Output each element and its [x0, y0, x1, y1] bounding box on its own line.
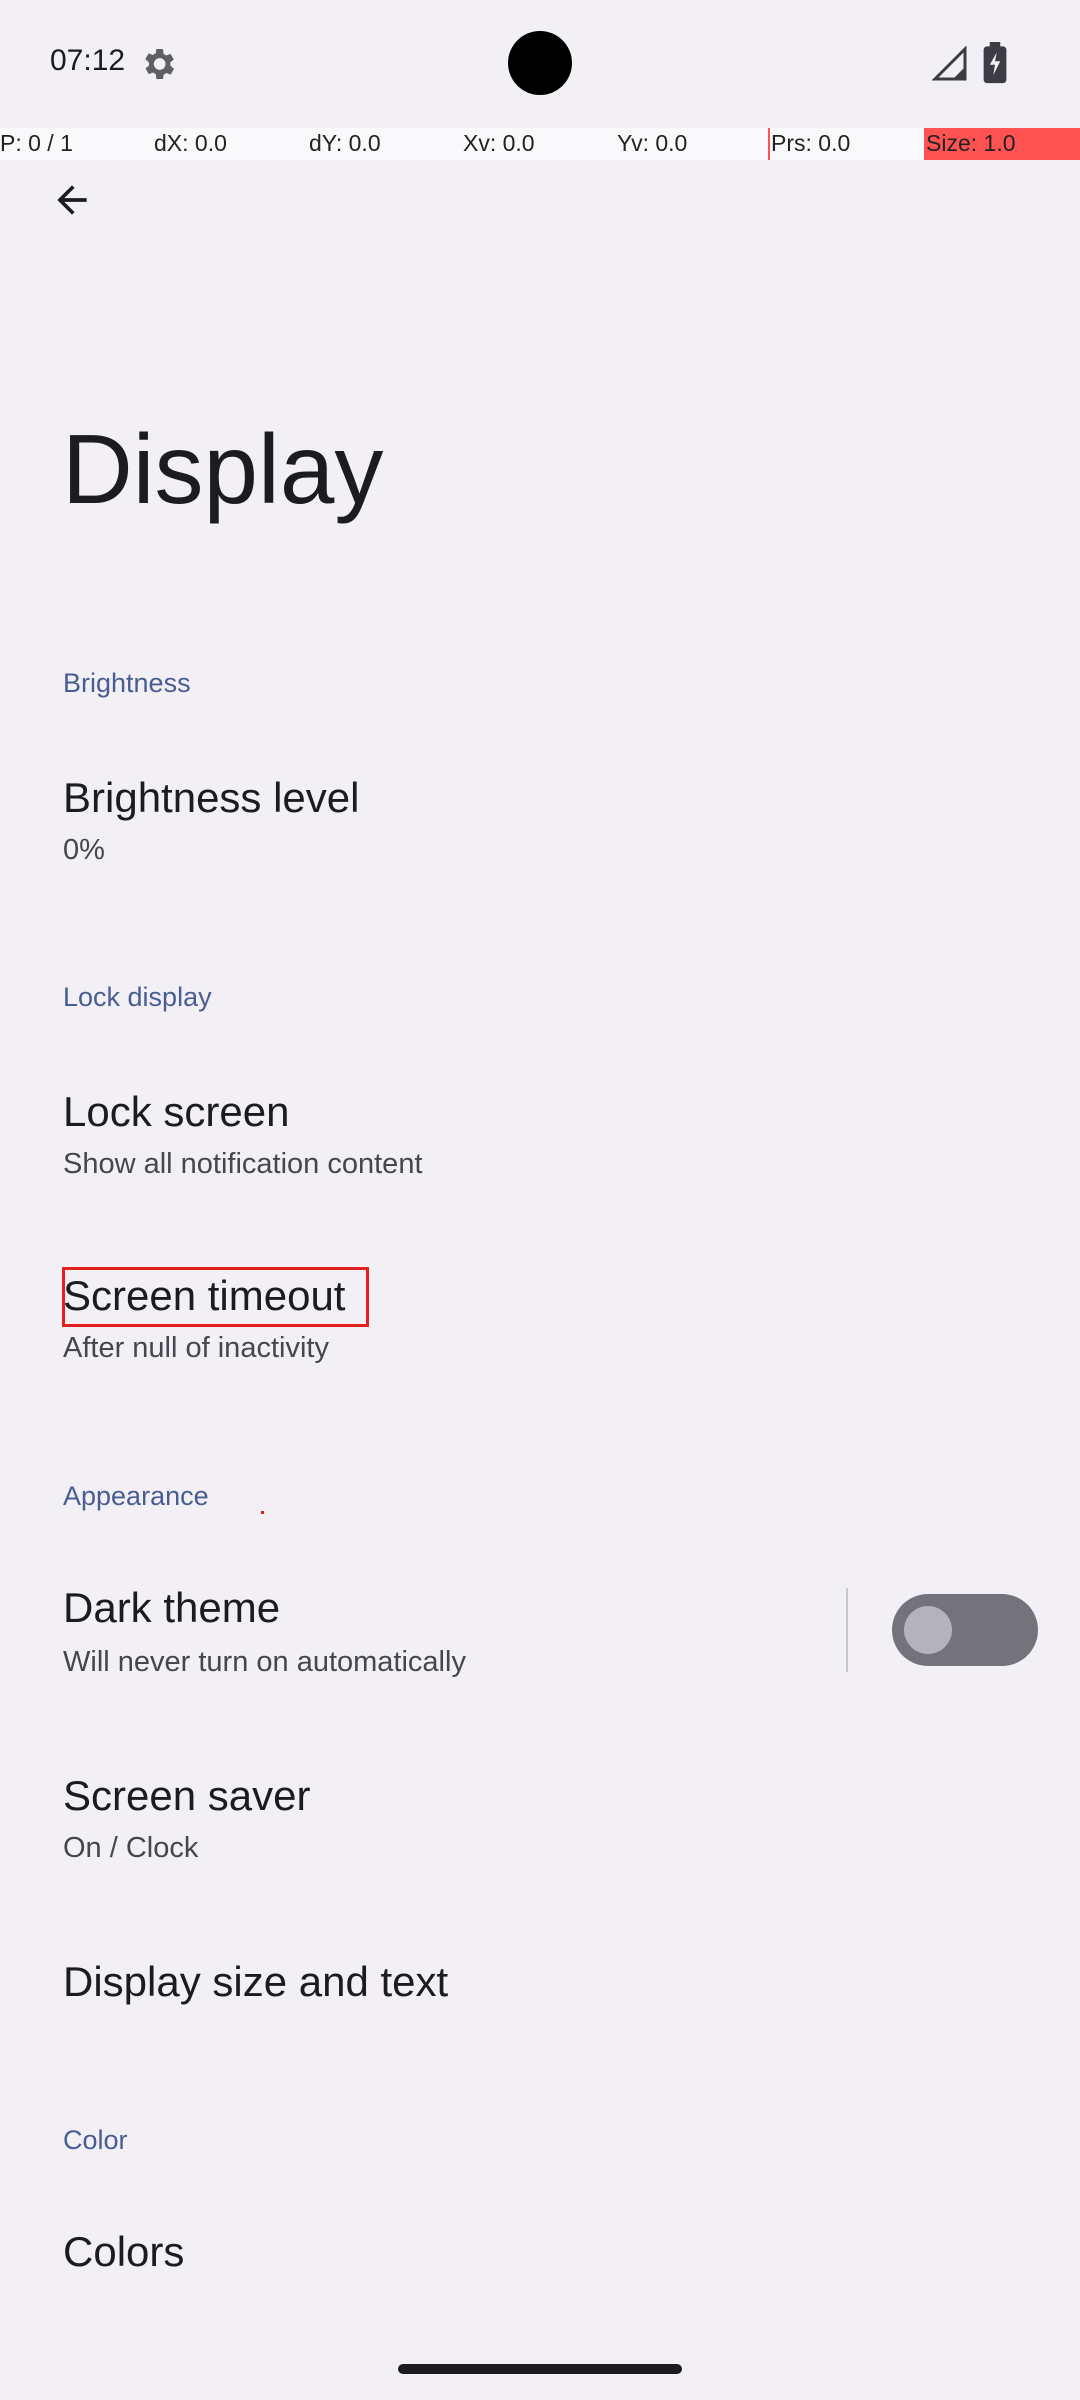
debug-yv: Yv: 0.0	[617, 130, 688, 156]
display-settings-screen: 07:12 P: 0 / 1 dX: 0.0 dY: 0.0 Xv: 0.0 Y…	[0, 0, 1080, 2400]
dark-theme-toggle[interactable]	[892, 1594, 1038, 1666]
screen-timeout-summary: After null of inactivity	[63, 1332, 329, 1364]
cell-signal-icon	[932, 46, 967, 81]
section-header-brightness: Brightness	[63, 668, 191, 698]
section-header-color: Color	[63, 2125, 128, 2155]
display-size-and-text-item[interactable]: Display size and text	[0, 1928, 1080, 2048]
page-title: Display	[62, 414, 384, 524]
section-header-appearance: Appearance	[63, 1481, 209, 1511]
lock-screen-title: Lock screen	[63, 1088, 290, 1135]
arrow-back-icon	[57, 185, 87, 215]
debug-dx: dX: 0.0	[154, 130, 227, 156]
colors-title: Colors	[63, 2228, 185, 2275]
debug-xv: Xv: 0.0	[463, 130, 535, 156]
debug-prs: Prs: 0.0	[771, 130, 851, 156]
gesture-nav-handle[interactable]	[398, 2364, 682, 2374]
display-size-and-text-title: Display size and text	[63, 1958, 449, 2005]
touch-point-marker	[261, 1511, 264, 1514]
camera-cutout	[508, 31, 572, 95]
toggle-knob	[904, 1606, 952, 1654]
dark-theme-title: Dark theme	[63, 1584, 281, 1631]
debug-pointer: P: 0 / 1	[0, 130, 73, 156]
screen-saver-item[interactable]: Screen saver On / Clock	[0, 1742, 1080, 1902]
status-bar: 07:12	[0, 0, 1080, 128]
debug-dy: dY: 0.0	[309, 130, 381, 156]
brightness-level-summary: 0%	[63, 834, 105, 866]
brightness-level-item[interactable]: Brightness level 0%	[0, 740, 1080, 900]
lock-screen-summary: Show all notification content	[63, 1148, 423, 1180]
screen-saver-summary: On / Clock	[63, 1832, 199, 1864]
back-button[interactable]	[36, 164, 108, 236]
brightness-level-title: Brightness level	[63, 774, 360, 821]
battery-charging-icon	[983, 42, 1007, 84]
debug-pressure-marker	[768, 128, 770, 160]
debug-size: Size: 1.0	[926, 130, 1016, 156]
dark-theme-divider	[846, 1588, 848, 1672]
lock-screen-item[interactable]: Lock screen Show all notification conten…	[0, 1054, 1080, 1214]
section-header-lock-display: Lock display	[63, 982, 212, 1012]
pointer-debug-overlay: P: 0 / 1 dX: 0.0 dY: 0.0 Xv: 0.0 Yv: 0.0	[0, 128, 1080, 160]
target-highlight-box	[62, 1267, 369, 1327]
dark-theme-summary: Will never turn on automatically	[63, 1646, 466, 1678]
status-time: 07:12	[50, 44, 126, 77]
colors-item[interactable]: Colors	[0, 2200, 1080, 2320]
screen-saver-title: Screen saver	[63, 1772, 311, 1819]
settings-gear-icon	[145, 49, 174, 79]
